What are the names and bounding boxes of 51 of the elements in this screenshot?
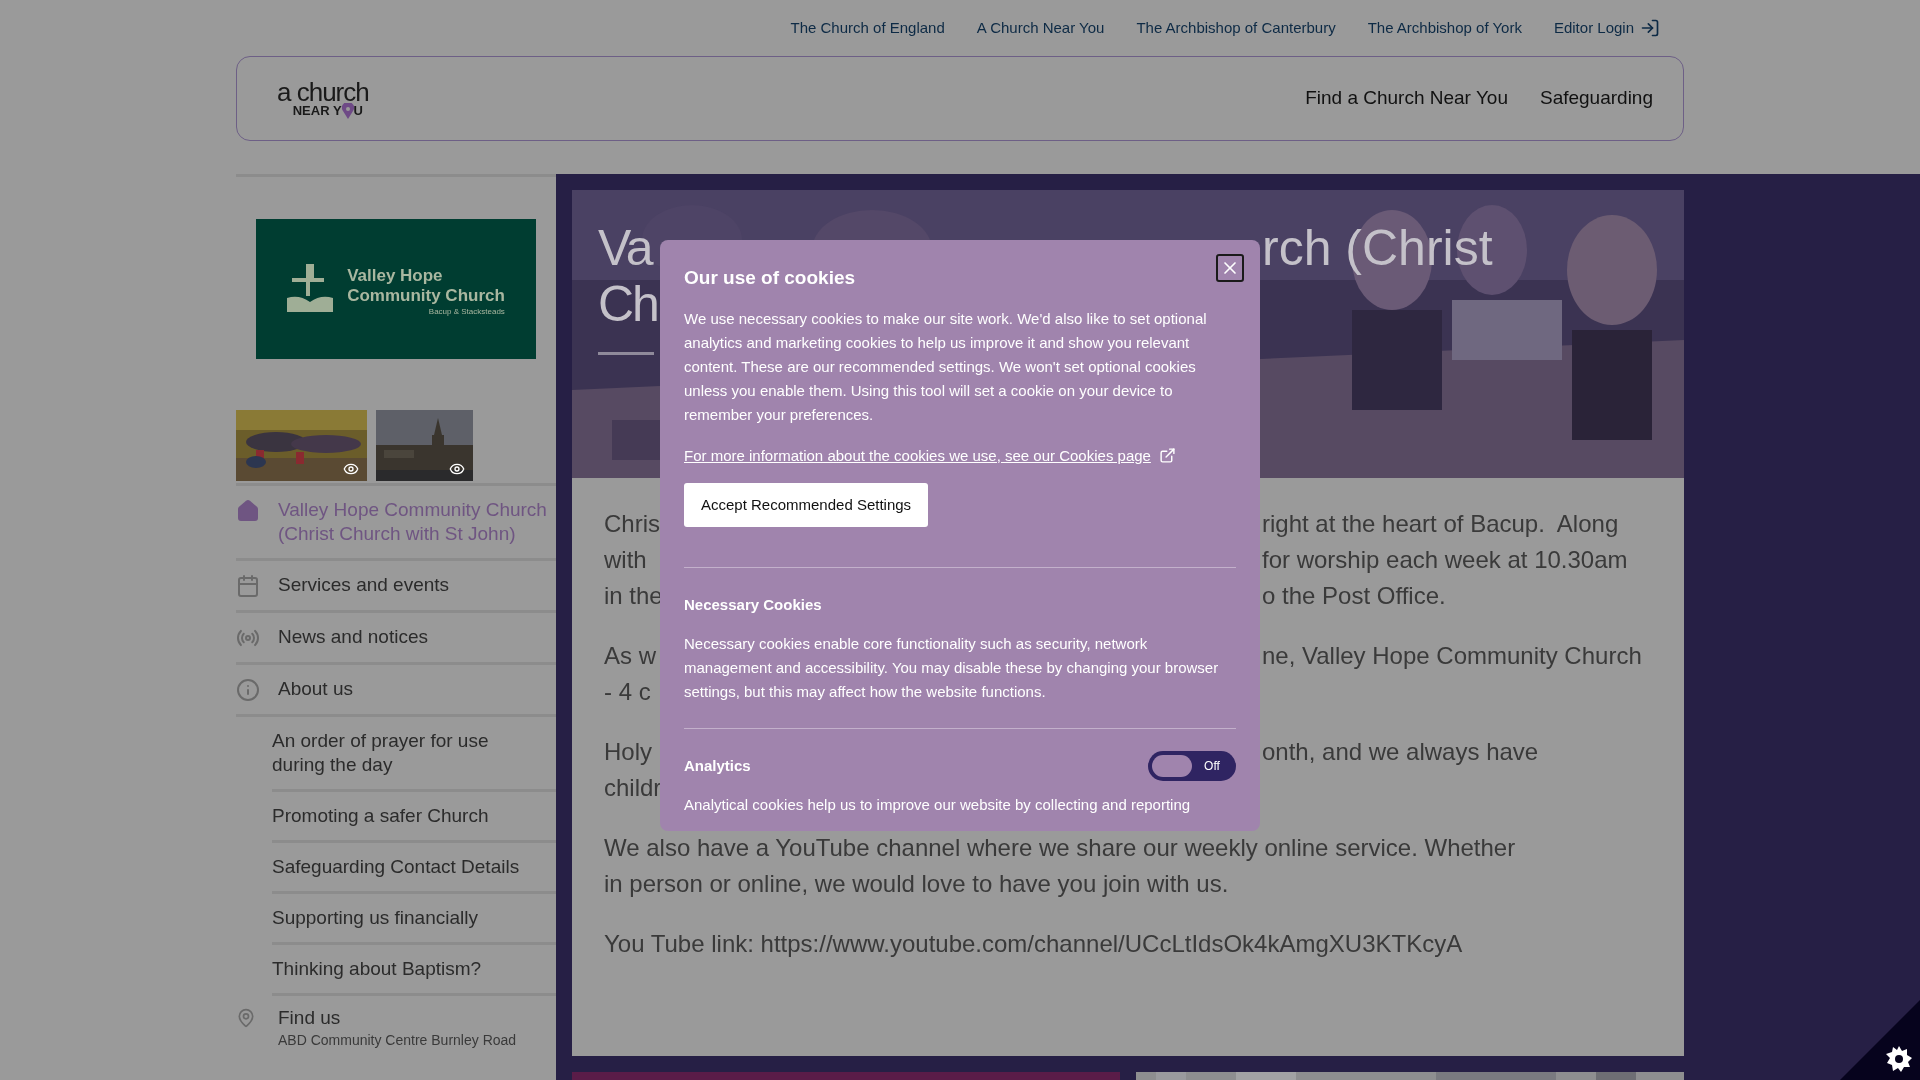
body-text: in the xyxy=(604,581,663,611)
toggle-switch[interactable]: Off xyxy=(1148,751,1236,781)
location-icon xyxy=(236,1008,256,1028)
body-text: for worship each week at 10.30am xyxy=(1262,545,1628,575)
home-icon xyxy=(236,499,260,523)
site-logo[interactable]: a church NEAR Y U xyxy=(277,78,369,119)
body-text: ne, Valley Hope Community Church xyxy=(1262,641,1642,671)
body-text: - 4 c xyxy=(604,677,651,707)
gear-icon xyxy=(1886,1046,1912,1072)
find-us-link[interactable]: Find us xyxy=(278,1006,517,1030)
body-text: Holy xyxy=(604,737,652,767)
dialog-title: Our use of cookies xyxy=(684,266,856,290)
external-link-icon xyxy=(1158,447,1176,465)
top-link[interactable]: The Archbishop of Canterbury xyxy=(1136,16,1336,40)
accept-button[interactable]: Accept Recommended Settings xyxy=(684,483,929,527)
church-place: Bacup & Stacksteads xyxy=(428,306,505,318)
calendar-icon xyxy=(236,574,260,598)
main-nav-link[interactable]: Find a Church Near You xyxy=(1305,84,1508,113)
info-icon xyxy=(236,678,260,702)
view-icon[interactable] xyxy=(449,461,465,477)
top-link[interactable]: A Church Near You xyxy=(976,16,1105,40)
address-text: ABD Community Centre Burnley Road xyxy=(278,1031,517,1050)
editor-login-link[interactable]: Editor Login xyxy=(1553,16,1660,40)
page-title: Ch xyxy=(598,276,658,332)
section-title: Analytics xyxy=(684,755,751,776)
body-text: right at the heart of Bacup. Along xyxy=(1262,509,1619,539)
church-name: Valley Hope Community Church xyxy=(347,266,505,306)
body-text: We also have a YouTube channel where we share our weekly online service. Whether in person or online, we would love to have you join with us. xyxy=(604,833,1517,899)
cookie-settings-button[interactable] xyxy=(1884,1044,1914,1074)
section-text: Analytical cookies help us to improve our website by collecting and reporting xyxy=(684,795,1192,815)
cross-book-icon xyxy=(287,264,334,314)
body-text: with xyxy=(604,545,647,575)
body-text: Chris xyxy=(604,509,660,539)
body-text: childr xyxy=(604,773,662,803)
body-text: As w xyxy=(604,641,656,671)
body-text: onth, and we always have xyxy=(1262,737,1539,767)
dialog-text: We use necessary cookies to make our site work. We'd also like to set optional analytics and marketing cookies to help us improve it and show you relevant content. These are our recommended settings. We won't set optional cookies unless you enable them. Using this tool will set a cookie on your device to remember your preferences. xyxy=(684,308,1208,425)
body-text: o the Post Office. xyxy=(1262,581,1446,611)
cookies-page-link[interactable]: For more information about the cookies we use, see our Cookies page xyxy=(684,444,1176,467)
top-link[interactable]: The Church of England xyxy=(790,16,945,40)
body-text: You Tube link: https://www.youtube.com/channel/UCcLtIdsOk4kAmgXU3KTKcyA xyxy=(604,929,1464,959)
top-link[interactable]: The Archbishop of York xyxy=(1367,16,1522,40)
view-icon[interactable] xyxy=(343,461,359,477)
main-nav-link[interactable]: Safeguarding xyxy=(1539,84,1653,113)
page-title: rch (Christ xyxy=(1262,220,1494,278)
map-pin-icon xyxy=(341,102,354,119)
section-text: Necessary cookies enable core functionality such as security, network management and accessibility. You may disable these by changing your browser settings, but this may affect how the website functions. xyxy=(684,634,1220,702)
page-title: Va xyxy=(598,220,652,276)
close-button[interactable] xyxy=(1216,254,1244,282)
login-icon xyxy=(1640,18,1660,38)
section-title: Necessary Cookies xyxy=(684,594,822,615)
